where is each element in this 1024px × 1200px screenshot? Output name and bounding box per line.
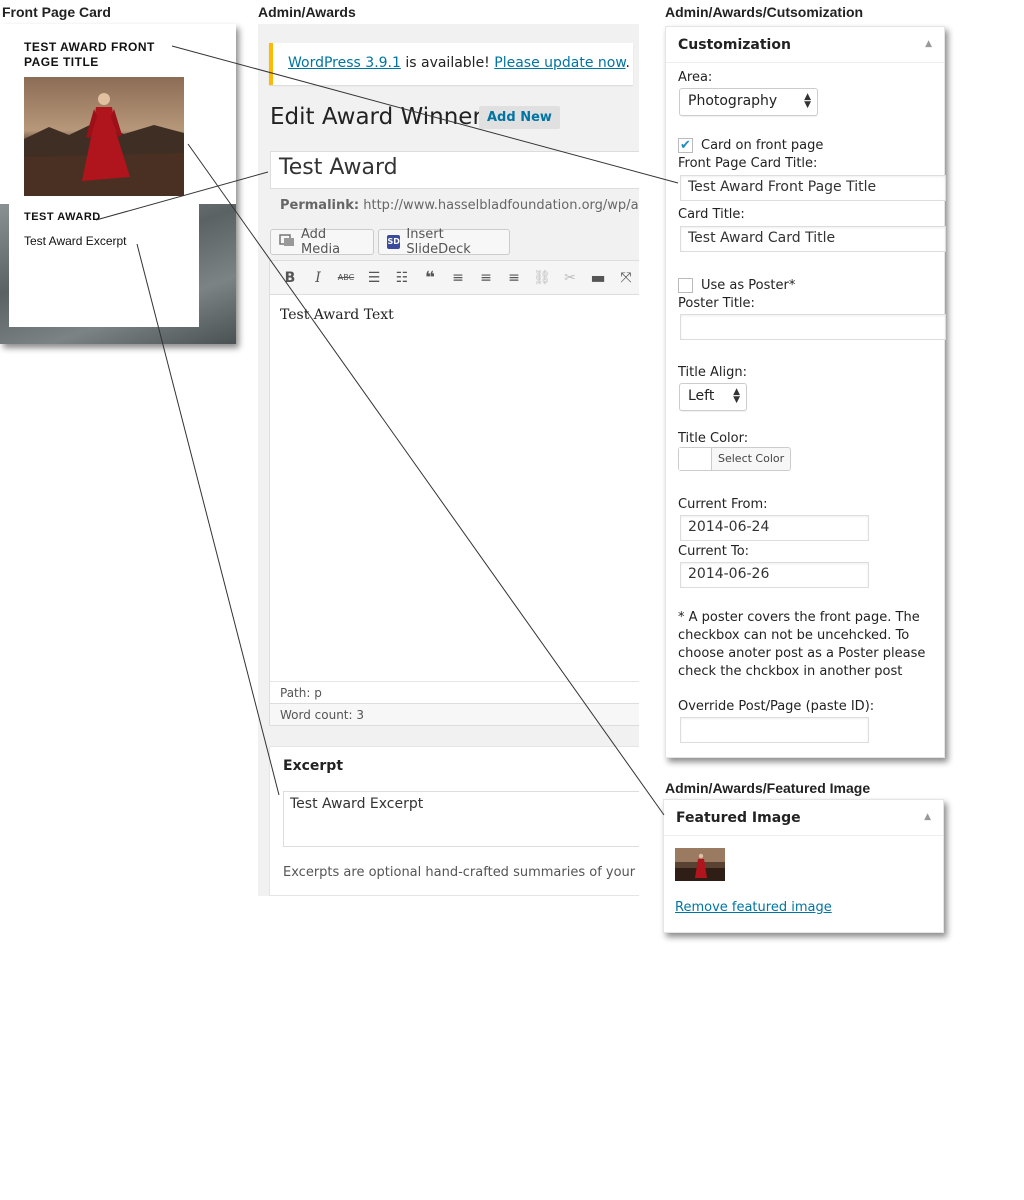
insert-slidedeck-button[interactable]: SD Insert SlideDeck (378, 227, 510, 257)
override-input[interactable] (680, 717, 869, 743)
customization-heading: Customization (678, 37, 791, 53)
collapse-arrow-icon[interactable]: ▲ (925, 39, 932, 49)
excerpt-box: Excerpt Test Award Excerpt Excerpts are … (269, 746, 639, 896)
strikethrough-icon[interactable]: ABC (332, 273, 360, 282)
current-to-label: Current To: (678, 544, 750, 559)
bullet-list-icon[interactable]: ☰ (360, 270, 388, 286)
post-title-input[interactable]: Test Award (270, 151, 639, 189)
admin-awards-label: Admin/Awards (258, 4, 356, 20)
featured-image-panel: Featured Image ▲ Remove featured image (663, 799, 944, 933)
numbered-list-icon[interactable]: ☷ (388, 270, 416, 286)
front-page-card: TEST AWARD FRONT PAGE TITLE TEST AWARD T… (9, 27, 199, 327)
area-select[interactable]: Photography ▲ ▼ (679, 88, 818, 116)
update-notice: WordPress 3.9.1 is available! Please upd… (269, 43, 633, 85)
word-count: Word count: 3 (270, 703, 639, 725)
customization-header[interactable]: Customization ▲ (666, 27, 944, 63)
admin-award-editor: WordPress 3.9.1 is available! Please upd… (258, 24, 639, 896)
front-page-card-preview: TEST AWARD FRONT PAGE TITLE TEST AWARD T… (0, 24, 236, 344)
card-on-front-checkbox[interactable]: ✔ (678, 138, 693, 153)
collapse-arrow-icon[interactable]: ▲ (924, 812, 931, 822)
excerpt-help: Excerpts are optional hand-crafted summa… (283, 865, 639, 880)
front-title-input[interactable]: Test Award Front Page Title (680, 175, 946, 201)
read-more-icon[interactable]: ▬ (584, 268, 612, 287)
slidedeck-icon: SD (387, 235, 401, 249)
select-arrows-icon: ▲ ▼ (733, 387, 740, 405)
poster-title-label: Poster Title: (678, 296, 755, 311)
poster-title-input[interactable] (680, 314, 946, 340)
unlink-icon[interactable]: ✂ (556, 270, 584, 286)
woman-in-red-photo (24, 77, 184, 196)
card-on-front-label: Card on front page (701, 138, 824, 153)
italic-icon[interactable]: I (304, 270, 332, 286)
current-from-label: Current From: (678, 497, 768, 512)
bold-icon[interactable]: B (276, 270, 304, 286)
blockquote-icon[interactable]: ❝ (416, 268, 444, 288)
color-swatch (679, 448, 712, 470)
current-from-input[interactable]: 2014-06-24 (680, 515, 869, 541)
title-color-label: Title Color: (678, 431, 749, 446)
featured-image-heading: Featured Image (676, 810, 801, 826)
content-editor[interactable]: B I ABC ☰ ☷ ❝ ≡ ≡ ≡ ⛓ ✂ ▬ ⤧ Test Award T… (269, 260, 639, 726)
add-new-button[interactable]: Add New (479, 106, 560, 129)
featured-image-thumbnail[interactable] (675, 848, 725, 881)
use-as-poster-checkbox[interactable]: ✔ (678, 278, 693, 293)
add-media-button[interactable]: Add Media (270, 227, 374, 257)
card-title-label: Card Title: (678, 207, 745, 222)
excerpt-textarea[interactable]: Test Award Excerpt (283, 791, 639, 847)
poster-note: * A poster covers the front page. The ch… (678, 610, 926, 679)
page-title: Edit Award Winner (270, 104, 482, 130)
update-now-link[interactable]: Please update now (494, 55, 625, 71)
editor-toolbar: B I ABC ☰ ☷ ❝ ≡ ≡ ≡ ⛓ ✂ ▬ ⤧ (270, 261, 639, 295)
card-photo (24, 77, 184, 196)
wordpress-version-link[interactable]: WordPress 3.9.1 (288, 55, 401, 71)
editor-path: Path: p (270, 681, 639, 703)
title-align-select[interactable]: Left ▲ ▼ (679, 383, 747, 411)
align-right-icon[interactable]: ≡ (500, 270, 528, 286)
admin-featured-label: Admin/Awards/Featured Image (665, 780, 871, 796)
fullscreen-icon[interactable]: ⤧ (612, 270, 639, 286)
override-label: Override Post/Page (paste ID): (678, 699, 875, 714)
front-title-label: Front Page Card Title: (678, 156, 818, 171)
use-as-poster-label: Use as Poster* (701, 278, 796, 293)
card-title: TEST AWARD (24, 211, 101, 223)
excerpt-heading: Excerpt (283, 758, 344, 774)
title-align-label: Title Align: (678, 365, 747, 380)
featured-thumbnail-photo (675, 848, 725, 881)
remove-featured-image-link[interactable]: Remove featured image (675, 900, 832, 915)
permalink-url[interactable]: http://www.hasselbladfoundation.org/wp/a… (363, 198, 639, 213)
card-front-page-title: TEST AWARD FRONT PAGE TITLE (24, 40, 155, 69)
current-to-input[interactable]: 2014-06-26 (680, 562, 869, 588)
align-left-icon[interactable]: ≡ (444, 270, 472, 286)
permalink: Permalink: http://www.hasselbladfoundati… (280, 198, 639, 213)
card-title-input[interactable]: Test Award Card Title (680, 226, 946, 252)
select-arrows-icon: ▲ ▼ (804, 92, 811, 110)
select-color-button[interactable]: Select Color (678, 447, 792, 471)
front-page-card-label: Front Page Card (2, 4, 111, 20)
link-icon[interactable]: ⛓ (528, 270, 556, 286)
editor-body-text[interactable]: Test Award Text (280, 307, 394, 323)
featured-image-header[interactable]: Featured Image ▲ (664, 800, 943, 836)
card-excerpt: Test Award Excerpt (24, 234, 127, 248)
customization-panel: Customization ▲ Area: Photography ▲ ▼ ✔ C… (665, 26, 946, 758)
admin-customization-label: Admin/Awards/Cutsomization (665, 4, 864, 20)
align-center-icon[interactable]: ≡ (472, 270, 500, 286)
area-label: Area: (678, 70, 713, 85)
media-icon (279, 233, 295, 251)
